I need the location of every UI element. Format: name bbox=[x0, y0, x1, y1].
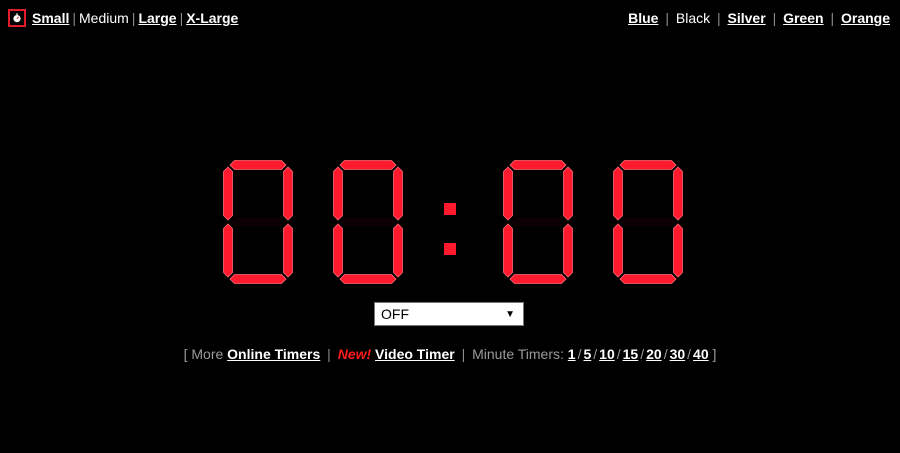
minute-timer-link-30[interactable]: 30 bbox=[670, 346, 686, 362]
segment-a bbox=[229, 160, 287, 170]
online-timers-link[interactable]: Online Timers bbox=[227, 346, 320, 362]
segment-b bbox=[393, 166, 403, 221]
slash-separator: / bbox=[616, 346, 621, 362]
footer-close-bracket: ] bbox=[712, 346, 717, 362]
minute-timer-link-15[interactable]: 15 bbox=[623, 346, 639, 362]
segment-c bbox=[283, 223, 293, 278]
footer-links: [ More Online Timers | New! Video Timer … bbox=[0, 346, 900, 362]
color-orange-link[interactable]: Orange bbox=[841, 10, 890, 26]
new-badge: New! bbox=[337, 346, 372, 362]
timer-digit bbox=[223, 160, 293, 284]
segment-a bbox=[509, 160, 567, 170]
size-menu: Small | Medium | Large | X-Large bbox=[8, 9, 238, 27]
segment-b bbox=[673, 166, 683, 221]
slash-separator: / bbox=[687, 346, 692, 362]
alarm-sound-select[interactable]: OFF ▼ bbox=[374, 302, 524, 326]
timer-colon bbox=[444, 203, 456, 255]
segment-e bbox=[333, 223, 343, 278]
minute-timer-link-20[interactable]: 20 bbox=[646, 346, 662, 362]
timer-display bbox=[223, 160, 683, 284]
size-small-link[interactable]: Small bbox=[32, 10, 69, 26]
color-silver-link[interactable]: Silver bbox=[728, 10, 766, 26]
segment-c bbox=[673, 223, 683, 278]
segment-d bbox=[339, 274, 397, 284]
segment-f bbox=[333, 166, 343, 221]
video-timer-link[interactable]: Video Timer bbox=[375, 346, 455, 362]
timer-digit bbox=[333, 160, 403, 284]
colon-dot bbox=[444, 203, 456, 215]
separator: | bbox=[131, 10, 136, 26]
segment-d bbox=[229, 274, 287, 284]
separator: | bbox=[72, 10, 76, 26]
segment-g bbox=[510, 217, 566, 227]
minute-timer-link-1[interactable]: 1 bbox=[568, 346, 576, 362]
slash-separator: / bbox=[640, 346, 645, 362]
size-xlarge-link[interactable]: X-Large bbox=[186, 10, 238, 26]
separator: | bbox=[717, 10, 721, 26]
segment-e bbox=[223, 223, 233, 278]
color-blue-link[interactable]: Blue bbox=[628, 10, 658, 26]
slash-separator: / bbox=[663, 346, 668, 362]
separator: | bbox=[772, 10, 777, 26]
separator: | bbox=[327, 346, 331, 362]
minute-timer-link-10[interactable]: 10 bbox=[599, 346, 615, 362]
minute-timer-links: 1/5/10/15/20/30/40 bbox=[568, 346, 713, 362]
color-menu: Blue | Black | Silver | Green | Orange bbox=[628, 10, 890, 26]
segment-c bbox=[393, 223, 403, 278]
slash-separator: / bbox=[577, 346, 582, 362]
stopwatch-icon[interactable] bbox=[8, 9, 26, 27]
footer-open-bracket: [ More bbox=[183, 346, 224, 362]
color-green-link[interactable]: Green bbox=[783, 10, 823, 26]
colon-dot bbox=[444, 243, 456, 255]
minute-timers-label: Minute Timers: bbox=[472, 346, 564, 362]
segment-f bbox=[223, 166, 233, 221]
separator: | bbox=[830, 10, 835, 26]
segment-a bbox=[619, 160, 677, 170]
color-black-label: Black bbox=[675, 10, 711, 26]
separator: | bbox=[461, 346, 466, 362]
size-large-link[interactable]: Large bbox=[138, 10, 176, 26]
size-medium-label: Medium bbox=[79, 10, 129, 26]
segment-b bbox=[283, 166, 293, 221]
timer-digit bbox=[613, 160, 683, 284]
segment-g bbox=[340, 217, 396, 227]
separator: | bbox=[665, 10, 669, 26]
segment-g bbox=[620, 217, 676, 227]
segment-b bbox=[563, 166, 573, 221]
timer-digit bbox=[503, 160, 573, 284]
segment-d bbox=[619, 274, 677, 284]
segment-c bbox=[563, 223, 573, 278]
alarm-sound-selected-value: OFF bbox=[381, 306, 409, 322]
segment-e bbox=[503, 223, 513, 278]
segment-a bbox=[339, 160, 397, 170]
slash-separator: / bbox=[593, 346, 598, 362]
segment-e bbox=[613, 223, 623, 278]
segment-g bbox=[230, 217, 286, 227]
minute-timer-link-5[interactable]: 5 bbox=[583, 346, 591, 362]
segment-f bbox=[503, 166, 513, 221]
separator: | bbox=[179, 10, 184, 26]
segment-d bbox=[509, 274, 567, 284]
segment-f bbox=[613, 166, 623, 221]
dropdown-arrow-icon: ▼ bbox=[505, 308, 515, 320]
minute-timer-link-40[interactable]: 40 bbox=[693, 346, 709, 362]
